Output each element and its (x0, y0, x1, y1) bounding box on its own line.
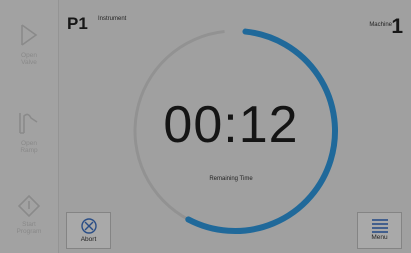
sidebar-item-program[interactable]: Start Program (0, 195, 58, 235)
menu-button-label: Menu (371, 234, 388, 241)
sidebar-item-valve[interactable]: Open Valve (0, 22, 58, 66)
remaining-time-caption: Remaining Time (209, 176, 253, 182)
abort-button-label: Abort (80, 236, 97, 243)
stop-diamond-icon (17, 195, 41, 217)
sidebar-item-ramp[interactable]: Open Ramp (0, 110, 58, 154)
sidebar-item-valve-label: Open Valve (21, 52, 37, 66)
play-triangle-icon (21, 24, 38, 46)
menu-icon (371, 219, 388, 233)
menu-button[interactable]: Menu (357, 212, 402, 249)
abort-button[interactable]: Abort (66, 212, 111, 249)
sidebar-item-program-label: Start Program (16, 221, 42, 235)
instrument-screen: Open Valve Open Ramp Start Program P1 In… (0, 0, 411, 253)
remaining-time-value: 00:12 (163, 96, 299, 154)
pressure-curve-icon (19, 113, 38, 134)
sidebar: Open Valve Open Ramp Start Program (0, 0, 59, 253)
sidebar-item-ramp-label: Open Ramp (20, 140, 38, 154)
main-panel: P1 Instrument Machine 1 00:12 Remaining … (59, 0, 411, 253)
abort-icon (80, 218, 97, 234)
